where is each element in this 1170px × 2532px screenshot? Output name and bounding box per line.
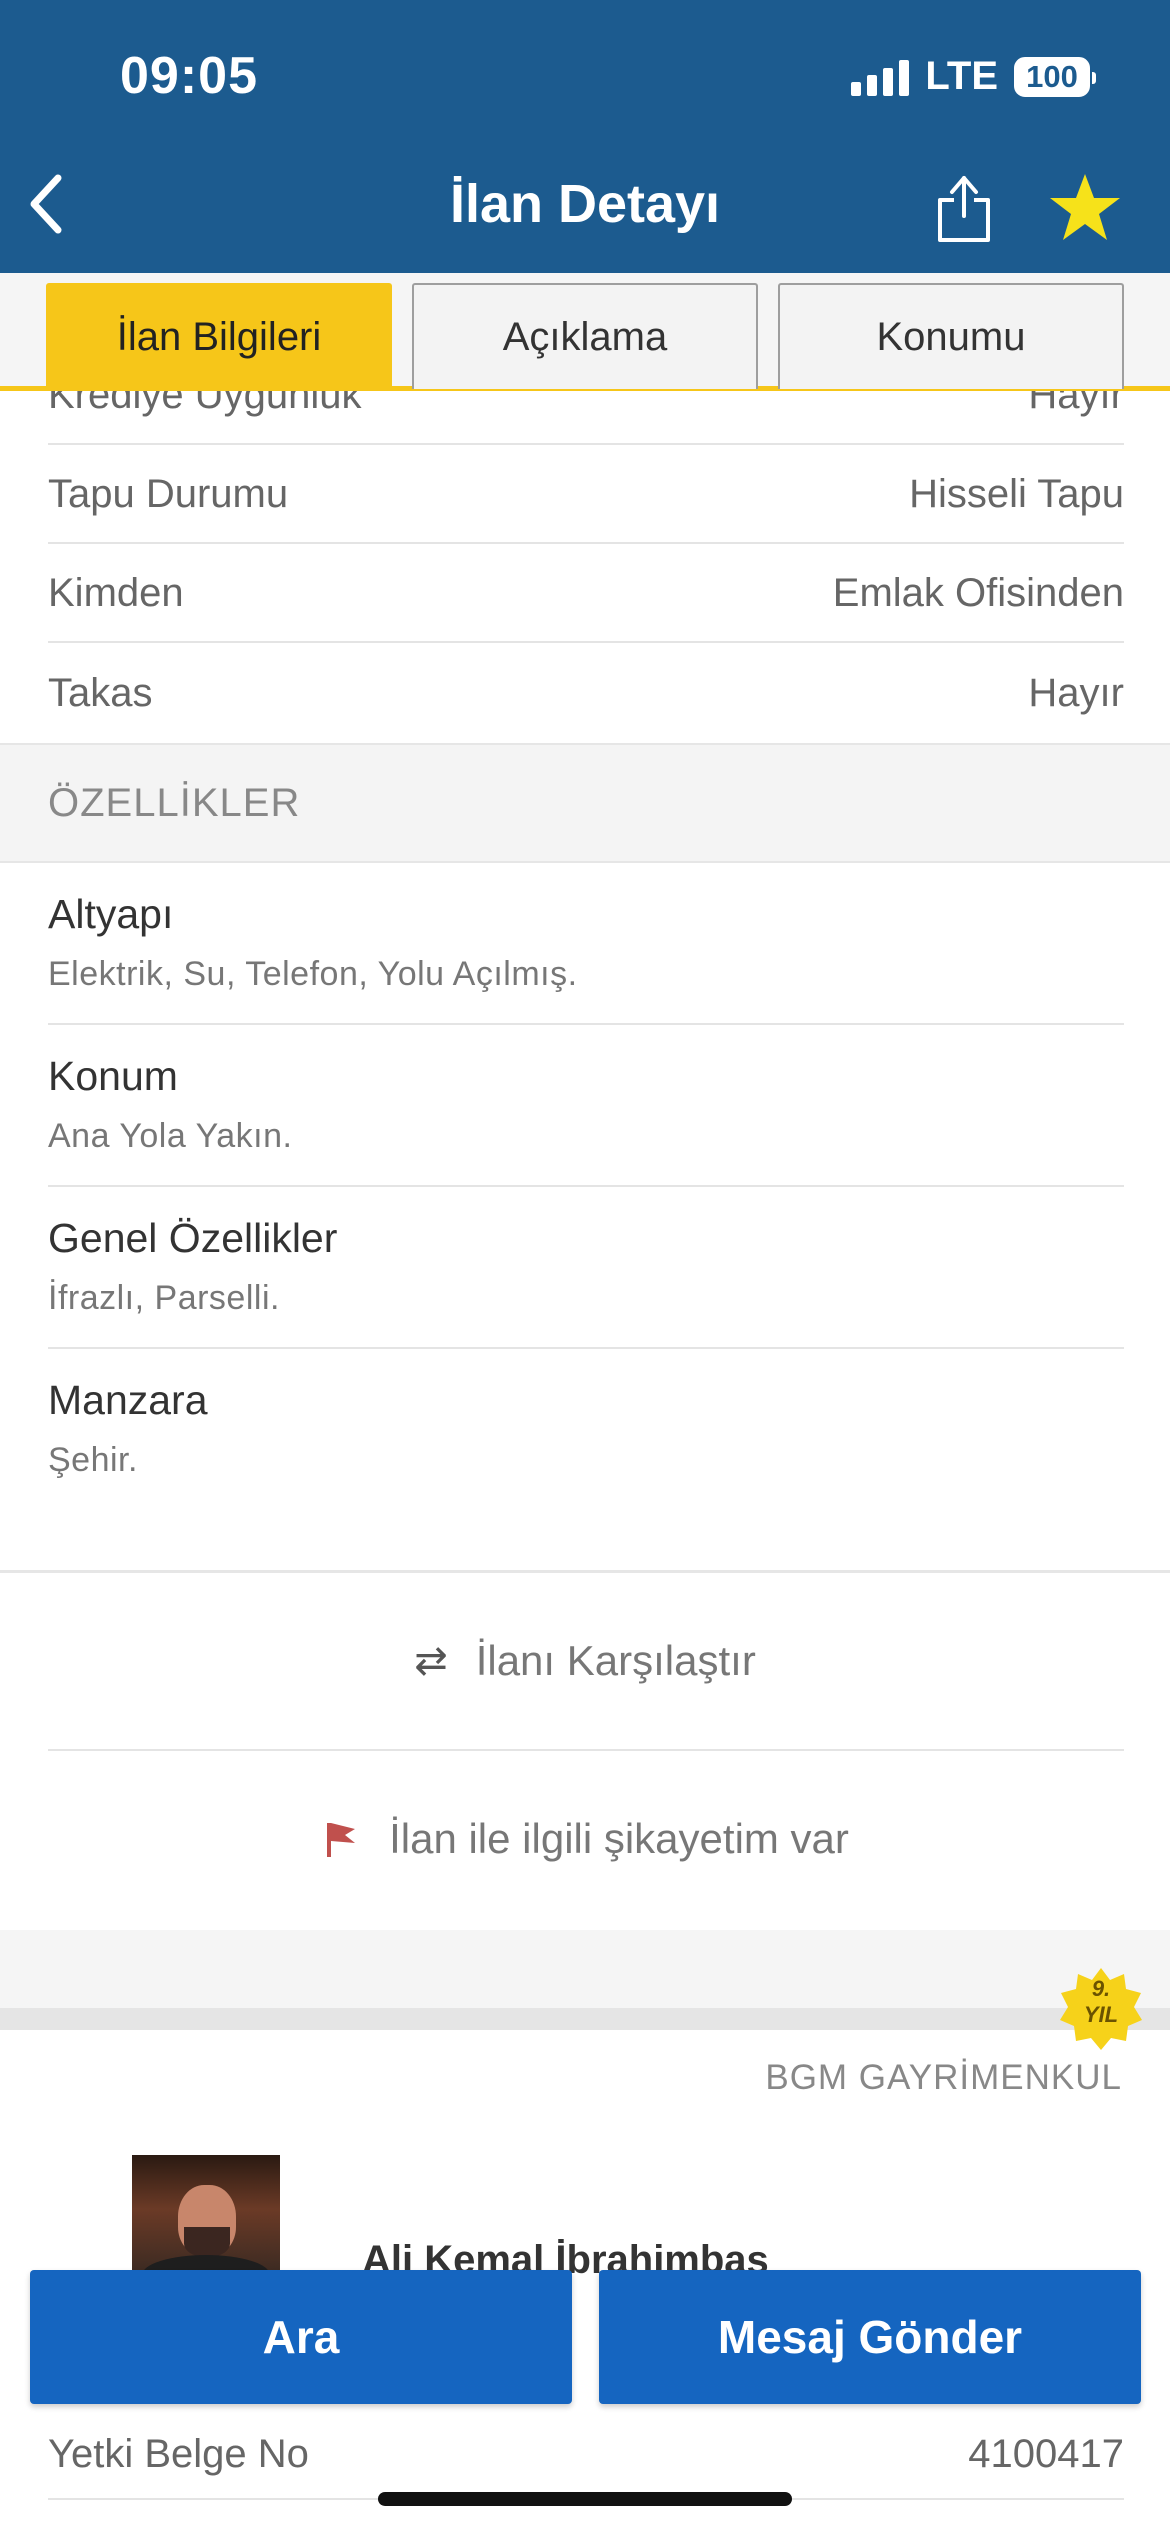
home-indicator (378, 2492, 792, 2506)
badge-line-2: YIL (1083, 2002, 1119, 2027)
info-value: Hayır (1028, 670, 1124, 715)
page-title: İlan Detayı (449, 174, 721, 234)
compare-label: İlanı Karşılaştır (475, 1637, 756, 1684)
info-label: Kimden (48, 570, 184, 615)
section-gap-line (0, 2008, 1170, 2030)
status-time: 09:05 (120, 47, 258, 105)
feature-value: Şehir. (48, 1441, 138, 1479)
network-type: LTE (925, 54, 998, 98)
feature-value: Elektrik, Su, Telefon, Yolu Açılmış. (48, 955, 578, 993)
agency-name[interactable]: BGM GAYRİMENKUL (765, 2058, 1122, 2098)
feature-item: Genel Özellikler İfrazlı, Parselli. (48, 1187, 1124, 1349)
feature-title: Altyapı (48, 891, 174, 937)
compare-listing-button[interactable]: ⇄ İlanı Karşılaştır (0, 1573, 1170, 1749)
feature-value: İfrazlı, Parselli. (48, 1279, 280, 1317)
info-row: Tapu Durumu Hisseli Tapu (48, 446, 1124, 544)
license-label: Yetki Belge No (48, 2431, 309, 2476)
license-row: Yetki Belge No 4100417 (48, 2410, 1124, 2500)
status-indicators: LTE 100 (851, 54, 1096, 99)
feature-value: Ana Yola Yakın. (48, 1117, 293, 1155)
license-value: 4100417 (968, 2431, 1124, 2476)
info-label: Tapu Durumu (48, 471, 289, 516)
feature-title: Genel Özellikler (48, 1215, 338, 1261)
info-value: Emlak Ofisinden (832, 570, 1124, 615)
feature-item: Manzara Şehir. (48, 1349, 1124, 1511)
cellular-signal-icon (851, 58, 910, 96)
info-row: Takas Hayır (48, 644, 1124, 742)
section-header-ozellikler: ÖZELLİKLER (0, 743, 1170, 863)
tab-bar-overlay: İlan Bilgileri Açıklama Konumu (0, 273, 1170, 391)
report-label: İlan ile ilgili şikayetim var (389, 1815, 849, 1862)
call-button[interactable]: Ara (30, 2270, 572, 2404)
swap-arrows-icon: ⇄ (414, 1639, 448, 1683)
favorite-star-icon[interactable] (1048, 170, 1122, 244)
tab-ilan-bilgileri[interactable]: İlan Bilgileri (46, 283, 392, 389)
info-row: Kimden Emlak Ofisinden (48, 545, 1124, 643)
app-header: 09:05 LTE 100 İlan Detayı (0, 0, 1170, 273)
badge-line-1: 9. (1091, 1976, 1111, 2001)
share-icon[interactable] (934, 170, 994, 244)
feature-title: Konum (48, 1053, 178, 1099)
agent-avatar (132, 2155, 280, 2275)
tab-aciklama[interactable]: Açıklama (412, 283, 758, 389)
info-label: Takas (48, 670, 153, 715)
feature-item: Altyapı Elektrik, Su, Telefon, Yolu Açıl… (48, 863, 1124, 1025)
feature-title: Manzara (48, 1377, 208, 1423)
membership-year-text: 9. YIL (1058, 1976, 1144, 2028)
section-gap (0, 1930, 1170, 2008)
report-listing-button[interactable]: İlan ile ilgili şikayetim var (0, 1751, 1170, 1927)
flag-icon (327, 1823, 356, 1857)
info-value: Hisseli Tapu (909, 471, 1124, 516)
feature-item: Konum Ana Yola Yakın. (48, 1025, 1124, 1187)
battery-icon: 100 (1014, 56, 1096, 97)
send-message-button[interactable]: Mesaj Gönder (599, 2270, 1141, 2404)
tab-konumu[interactable]: Konumu (778, 283, 1124, 389)
